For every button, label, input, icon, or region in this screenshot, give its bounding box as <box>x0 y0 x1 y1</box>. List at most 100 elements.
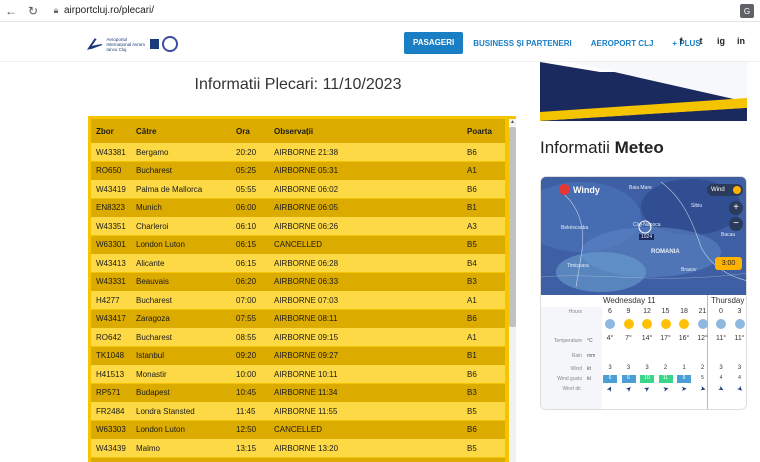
promo-banner[interactable] <box>540 62 747 121</box>
wind-layer-button[interactable]: Wind <box>707 184 743 196</box>
forecast-wind: 3 <box>719 365 723 371</box>
refresh-icon[interactable]: ↻ <box>22 0 44 22</box>
wind-direction-icon: ➤ <box>624 384 634 394</box>
forecast-wind: 2 <box>663 365 668 371</box>
back-icon[interactable]: ← <box>0 0 22 22</box>
twitter-icon[interactable]: t <box>691 36 711 46</box>
table-row: W43419 Palma de Mallorca 05:55 AIRBORNE 06:… <box>91 180 505 198</box>
forecast-hour: 9 <box>626 308 631 315</box>
table-row: W43373 Memmingen 13:45 AIRBORNE 14:21 B6 <box>91 457 505 462</box>
forecast-row-label: Wind dir. <box>562 386 582 392</box>
site-logo[interactable]: Aeroportul Internațional Avram Iancu Clu… <box>86 32 179 56</box>
wind-layer-label: Wind <box>711 187 725 193</box>
forecast-wind: 3 <box>645 365 649 371</box>
windy-brand[interactable]: Windy <box>559 184 600 195</box>
forecast-row-label: Wind gusts <box>557 376 582 382</box>
translate-icon[interactable]: G <box>740 4 754 18</box>
forecast-row-label: Rain <box>571 353 582 359</box>
linkedin-icon[interactable]: in <box>731 36 751 46</box>
table-cell: Memmingen <box>136 458 180 462</box>
table-cell: B5 <box>467 240 477 249</box>
moon-icon <box>734 319 745 329</box>
menu-business[interactable]: BUSINESS ȘI PARTENERI <box>473 39 572 48</box>
table-cell: Bergamo <box>136 147 169 157</box>
forecast-temperature: 12° <box>697 335 708 342</box>
table-cell: Bucharest <box>136 332 173 342</box>
table-cell: 09:20 <box>236 351 257 360</box>
menu-aeroport[interactable]: AEROPORT CLJ <box>591 39 654 48</box>
table-cell: AIRBORNE 21:38 <box>274 147 339 157</box>
table-row: RP571 Budapest 10:45 AIRBORNE 11:34 B3 <box>91 383 505 402</box>
day-label: Wednesday 11 <box>603 296 656 305</box>
forecast-temperature: 7° <box>625 335 632 342</box>
scroll-thumb[interactable] <box>509 127 516 327</box>
table-cell: AIRBORNE 09:15 <box>274 332 339 342</box>
wind-direction-icon: ➤ <box>605 384 615 394</box>
table-cell: 06:20 <box>236 277 257 286</box>
social-links: f t ig in <box>671 36 751 46</box>
table-cell: B6 <box>467 425 477 434</box>
forecast-gust: 6 <box>621 375 636 383</box>
forecast-hour: 6 <box>608 308 612 315</box>
time-badge[interactable]: 3:00 <box>715 257 742 270</box>
table-cell: AIRBORNE 11:34 <box>274 388 338 397</box>
wind-direction-icon: ➤ <box>661 385 670 394</box>
meteo-heading-bold: Meteo <box>614 138 664 157</box>
zoom-in-button[interactable]: + <box>729 201 743 215</box>
table-cell: TK1048 <box>96 351 125 360</box>
address-bar[interactable]: airportcluj.ro/plecari/ <box>64 5 154 16</box>
table-row: FR2484 Londra Stansted 11:45 AIRBORNE 11:55… <box>91 402 505 420</box>
menu-pasageri[interactable]: PASAGERI <box>404 32 464 54</box>
forecast-temperature: 17° <box>660 335 671 342</box>
moon-icon <box>716 319 726 329</box>
table-cell: Charleroi <box>136 221 169 231</box>
lock-icon[interactable]: 🔒︎ <box>50 5 62 16</box>
table-cell: B1 <box>467 203 477 212</box>
sun-icon <box>679 319 689 329</box>
wind-direction-icon: ➤ <box>681 386 687 393</box>
table-cell: Palma de Mallorca <box>136 184 203 194</box>
table-cell: RO642 <box>96 332 122 342</box>
plane-logo-icon <box>86 38 103 50</box>
facebook-icon[interactable]: f <box>671 36 691 46</box>
table-cell: A1 <box>467 332 477 342</box>
map-label: Bekéscsaba <box>561 225 589 231</box>
table-cell: Alicante <box>136 258 165 268</box>
forecast-temperature: 11° <box>715 335 727 342</box>
table-cell: London Luton <box>136 240 185 249</box>
table-cell: B1 <box>467 351 477 360</box>
table-cell: W43419 <box>96 184 126 194</box>
windy-widget[interactable]: Windy Wind + − 3:00 Baia Mare Sibiu Beké… <box>540 176 747 410</box>
forecast-gust: 5 <box>701 375 704 381</box>
table-cell: AIRBORNE 07:03 <box>274 295 339 305</box>
table-cell: H41513 <box>96 369 125 379</box>
table-row: W43417 Zaragoza 07:55 AIRBORNE 08:11 B6 <box>91 309 505 328</box>
logo-emblem <box>162 36 179 52</box>
forecast-gust: 10 <box>640 375 654 383</box>
table-cell: London Luton <box>136 425 185 434</box>
table-scrollbar[interactable]: ▲ <box>509 119 516 462</box>
forecast-wind: 3 <box>737 365 742 371</box>
map-pin-label[interactable]: 1024 <box>639 234 655 240</box>
windy-logo-icon <box>559 184 570 195</box>
table-cell: W43381 <box>96 147 126 157</box>
wind-direction-icon: ➤ <box>716 384 726 394</box>
table-cell: 12:50 <box>236 425 257 434</box>
table-cell: B6 <box>467 314 477 323</box>
forecast-wind: 2 <box>700 365 705 371</box>
forecast-unit: kt <box>587 376 591 382</box>
table-cell: AIRBORNE 14:21 <box>274 458 338 462</box>
browser-toolbar: ← ↻ 🔒︎ airportcluj.ro/plecari/ G <box>0 0 760 22</box>
sun-icon <box>642 319 652 329</box>
table-cell: 08:55 <box>236 332 257 342</box>
map-label: ROMANIA <box>651 249 680 255</box>
weather-map[interactable]: Windy Wind + − 3:00 Baia Mare Sibiu Beké… <box>541 177 746 295</box>
table-cell: EN8323 <box>96 203 125 212</box>
map-label: Brasov <box>681 267 697 273</box>
instagram-icon[interactable]: ig <box>711 36 731 46</box>
table-cell: AIRBORNE 11:55 <box>274 406 338 416</box>
table-cell: AIRBORNE 06:26 <box>274 221 339 231</box>
table-row: TK1048 Istanbul 09:20 AIRBORNE 09:27 B1 <box>91 346 505 365</box>
zoom-out-button[interactable]: − <box>729 217 743 231</box>
scroll-up-icon[interactable]: ▲ <box>509 119 516 126</box>
